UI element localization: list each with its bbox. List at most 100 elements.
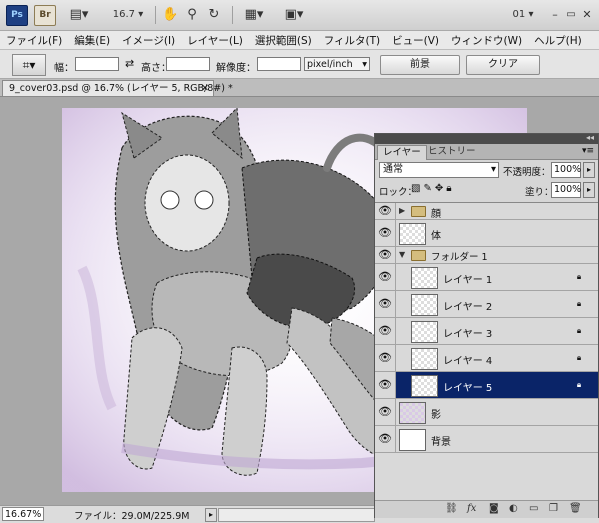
- collapse-arrow-icon[interactable]: ▼: [399, 250, 405, 259]
- layer-row-shadow[interactable]: 👁︎ 影: [375, 399, 598, 426]
- opacity-input[interactable]: 100%: [551, 162, 581, 178]
- menu-help[interactable]: ヘルプ(H): [528, 33, 588, 48]
- zoom-level-select[interactable]: 16.7 ▾: [108, 7, 148, 23]
- front-image-button[interactable]: 前景: [380, 55, 460, 75]
- status-zoom-field[interactable]: 16.67%: [2, 507, 44, 521]
- visibility-eye-icon[interactable]: 👁︎: [378, 432, 392, 446]
- layer-thumbnail: [411, 375, 438, 397]
- width-label: 幅：: [54, 63, 74, 74]
- workspace-value: 01: [512, 9, 526, 20]
- status-menu-arrow-icon[interactable]: ▸: [205, 508, 217, 522]
- lock-transparency-icon[interactable]: ▧: [411, 183, 423, 194]
- layer-row-layer-1[interactable]: 👁︎ レイヤー 1 🔒︎: [375, 264, 598, 291]
- document-tab-title: 9_cover03.psd @ 16.7% (レイヤー 5, RGB/8#) *: [9, 83, 233, 94]
- visibility-eye-icon[interactable]: 👁︎: [378, 248, 392, 262]
- height-input[interactable]: [166, 57, 210, 71]
- layer-thumbnail: [411, 267, 438, 289]
- layer-name: フォルダー 1: [431, 252, 488, 263]
- visibility-eye-icon[interactable]: 👁︎: [378, 405, 392, 419]
- maximize-icon[interactable]: ▭: [564, 7, 578, 23]
- panel-tabs: レイヤー ヒストリー ▾≡: [375, 144, 598, 160]
- blend-mode-value: 通常: [383, 164, 403, 175]
- folder-icon: [411, 206, 426, 217]
- layer-name: レイヤー 3: [443, 329, 493, 340]
- layer-row-layer-3[interactable]: 👁︎ レイヤー 3 🔒︎: [375, 318, 598, 345]
- layer-row-layer-2[interactable]: 👁︎ レイヤー 2 🔒︎: [375, 291, 598, 318]
- visibility-eye-icon[interactable]: 👁︎: [378, 226, 392, 240]
- menu-edit[interactable]: 編集(E): [68, 33, 116, 48]
- opacity-label: 不透明度：: [503, 167, 551, 178]
- visibility-eye-icon[interactable]: 👁︎: [378, 324, 392, 338]
- workspace-select[interactable]: 01 ▾: [508, 7, 538, 23]
- panel-menu-icon[interactable]: ▾≡: [582, 146, 594, 156]
- new-group-icon[interactable]: ▭: [529, 503, 538, 514]
- swap-icon[interactable]: ⇄: [125, 57, 134, 70]
- resolution-input[interactable]: [257, 57, 301, 71]
- delete-layer-icon[interactable]: 🗑︎: [569, 503, 582, 514]
- hand-icon[interactable]: ✋: [162, 7, 178, 23]
- lock-icons[interactable]: ▧✎✥🔒︎: [411, 183, 455, 194]
- document-tab[interactable]: 9_cover03.psd @ 16.7% (レイヤー 5, RGB/8#) *…: [2, 80, 233, 96]
- visibility-eye-icon[interactable]: 👁︎: [378, 378, 392, 392]
- tab-history[interactable]: ヒストリー: [423, 145, 481, 159]
- clear-button[interactable]: クリア: [466, 55, 540, 75]
- resolution-unit-select[interactable]: pixel/inch ▾: [304, 57, 370, 71]
- tab-layers[interactable]: レイヤー: [377, 145, 427, 160]
- lock-all-icon[interactable]: 🔒︎: [446, 183, 454, 194]
- layer-row-background[interactable]: 👁︎ 背景: [375, 426, 598, 453]
- separator: [232, 6, 233, 24]
- layer-thumbnail: [399, 402, 426, 424]
- layer-row-body[interactable]: 👁︎ 体: [375, 220, 598, 247]
- menu-image[interactable]: イメージ(I): [116, 33, 181, 48]
- rotate-view-icon[interactable]: ↻: [206, 7, 222, 23]
- layer-lock-icon: 🔒︎: [576, 272, 582, 281]
- lock-image-icon[interactable]: ✎: [423, 183, 434, 194]
- blend-mode-select[interactable]: 通常 ▾: [379, 162, 499, 178]
- crop-tool-preset-icon[interactable]: ⌗▾: [12, 54, 46, 76]
- menu-filter[interactable]: フィルタ(T): [318, 33, 386, 48]
- fill-slider-arrow-icon[interactable]: ▸: [583, 182, 595, 198]
- lock-position-icon[interactable]: ✥: [435, 183, 446, 194]
- width-input[interactable]: [75, 57, 119, 71]
- bridge-button[interactable]: Br: [34, 5, 56, 26]
- menu-select[interactable]: 選択範囲(S): [249, 33, 318, 48]
- layer-row-layer-5[interactable]: 👁︎ レイヤー 5 🔒︎: [375, 372, 598, 399]
- film-icon[interactable]: ▤▾: [64, 7, 94, 23]
- zoom-level-value: 16.7: [112, 9, 136, 20]
- application-bar: Ps Br ▤▾ 16.7 ▾ ✋ ⚲ ↻ ▦▾ ▣▾ 01 ▾ – ▭ ✕: [0, 0, 599, 31]
- minimize-icon[interactable]: –: [548, 7, 562, 23]
- options-bar: ⌗▾ 幅： ⇄ 高さ： 解像度： pixel/inch ▾ 前景 クリア: [0, 50, 599, 79]
- layer-thumbnail: [411, 294, 438, 316]
- menu-bar: ファイル(F) 編集(E) イメージ(I) レイヤー(L) 選択範囲(S) フィ…: [0, 31, 599, 50]
- link-layers-icon[interactable]: ⛓: [445, 503, 458, 514]
- menu-view[interactable]: ビュー(V): [386, 33, 445, 48]
- visibility-eye-icon[interactable]: 👁︎: [378, 297, 392, 311]
- layer-style-icon[interactable]: fx: [467, 503, 476, 514]
- layer-name: 体: [431, 231, 441, 242]
- layer-name: 顔: [431, 209, 441, 220]
- layer-thumbnail: [399, 223, 426, 245]
- dropdown-arrow-icon: ▾: [362, 59, 367, 70]
- add-mask-icon[interactable]: ◙: [489, 503, 499, 514]
- close-icon[interactable]: ✕: [580, 7, 594, 23]
- layer-row-layer-4[interactable]: 👁︎ レイヤー 4 🔒︎: [375, 345, 598, 372]
- layer-row-face-group[interactable]: 👁︎ ▶ 顔: [375, 203, 598, 220]
- zoom-icon[interactable]: ⚲: [184, 7, 200, 23]
- menu-layer[interactable]: レイヤー(L): [181, 33, 249, 48]
- screen-mode-icon[interactable]: ▣▾: [280, 7, 308, 23]
- visibility-eye-icon[interactable]: 👁︎: [378, 204, 392, 218]
- collapse-panel-icon[interactable]: ◂◂: [586, 133, 594, 142]
- menu-window[interactable]: ウィンドウ(W): [445, 33, 528, 48]
- visibility-eye-icon[interactable]: 👁︎: [378, 351, 392, 365]
- new-layer-icon[interactable]: ❐: [549, 503, 558, 514]
- close-tab-icon[interactable]: ✕: [201, 81, 209, 96]
- adjustment-layer-icon[interactable]: ◐: [509, 503, 518, 514]
- fill-input[interactable]: 100%: [551, 182, 581, 198]
- opacity-slider-arrow-icon[interactable]: ▸: [583, 162, 595, 178]
- horizontal-scrollbar[interactable]: [218, 508, 375, 522]
- layer-row-folder-1[interactable]: 👁︎ ▼ フォルダー 1: [375, 247, 598, 264]
- visibility-eye-icon[interactable]: 👁︎: [378, 270, 392, 284]
- menu-file[interactable]: ファイル(F): [0, 33, 68, 48]
- expand-arrow-icon[interactable]: ▶: [399, 206, 405, 215]
- arrange-documents-icon[interactable]: ▦▾: [240, 7, 268, 23]
